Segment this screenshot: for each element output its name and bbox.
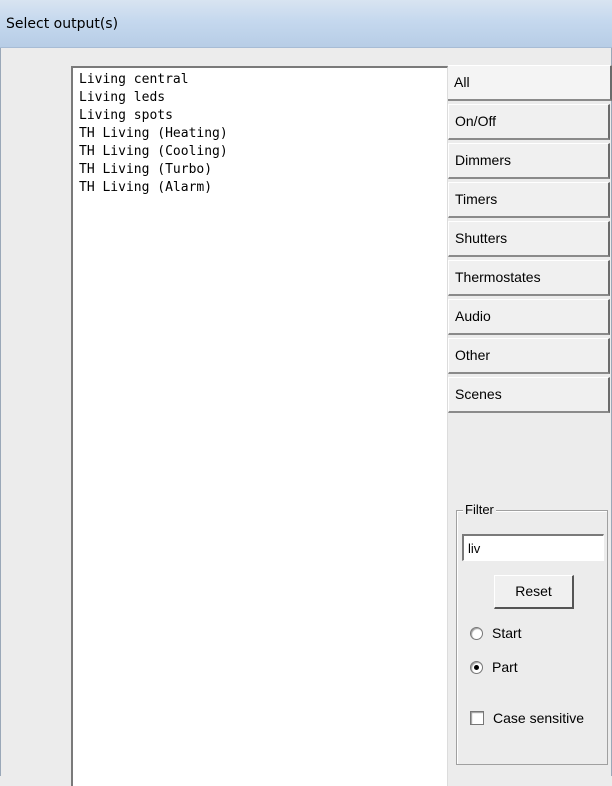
- tab-timers[interactable]: Timers: [448, 182, 610, 218]
- list-item[interactable]: TH Living (Turbo): [73, 161, 447, 179]
- tab-audio[interactable]: Audio: [448, 299, 610, 335]
- tab-all[interactable]: All: [448, 65, 612, 101]
- filter-input[interactable]: [462, 534, 604, 561]
- reset-button[interactable]: Reset: [494, 575, 574, 609]
- list-item[interactable]: TH Living (Alarm): [73, 179, 447, 197]
- radio-start-label: Start: [492, 625, 522, 641]
- case-sensitive-label: Case sensitive: [493, 710, 585, 726]
- tab-shutters[interactable]: Shutters: [448, 221, 610, 257]
- filter-legend: Filter: [463, 502, 496, 517]
- list-item[interactable]: TH Living (Heating): [73, 125, 447, 143]
- window-title: Select output(s): [6, 16, 119, 32]
- list-item[interactable]: TH Living (Cooling): [73, 143, 447, 161]
- list-item[interactable]: Living spots: [73, 107, 447, 125]
- title-bar[interactable]: Select output(s): [0, 0, 612, 48]
- radio-part-label: Part: [492, 659, 518, 675]
- list-item[interactable]: Living central: [73, 71, 447, 89]
- radio-part[interactable]: Part: [470, 657, 518, 677]
- case-sensitive-box[interactable]: [470, 711, 484, 725]
- tab-on-off[interactable]: On/Off: [448, 104, 610, 140]
- category-tabs: All On/Off Dimmers Timers Shutters Therm…: [448, 65, 612, 416]
- tab-scenes[interactable]: Scenes: [448, 377, 610, 413]
- tab-other[interactable]: Other: [448, 338, 610, 374]
- output-list[interactable]: Living central Living leds Living spots …: [71, 66, 448, 786]
- radio-start-indicator[interactable]: [470, 626, 483, 640]
- case-sensitive-checkbox[interactable]: Case sensitive: [470, 708, 584, 728]
- tab-thermostates[interactable]: Thermostates: [448, 260, 610, 296]
- radio-start[interactable]: Start: [470, 623, 522, 643]
- radio-part-indicator[interactable]: [470, 660, 483, 674]
- filter-group: Filter Reset Start Part Case sensitive: [456, 502, 608, 765]
- list-item[interactable]: Living leds: [73, 89, 447, 107]
- output-list-items: Living central Living leds Living spots …: [73, 68, 447, 197]
- tab-dimmers[interactable]: Dimmers: [448, 143, 610, 179]
